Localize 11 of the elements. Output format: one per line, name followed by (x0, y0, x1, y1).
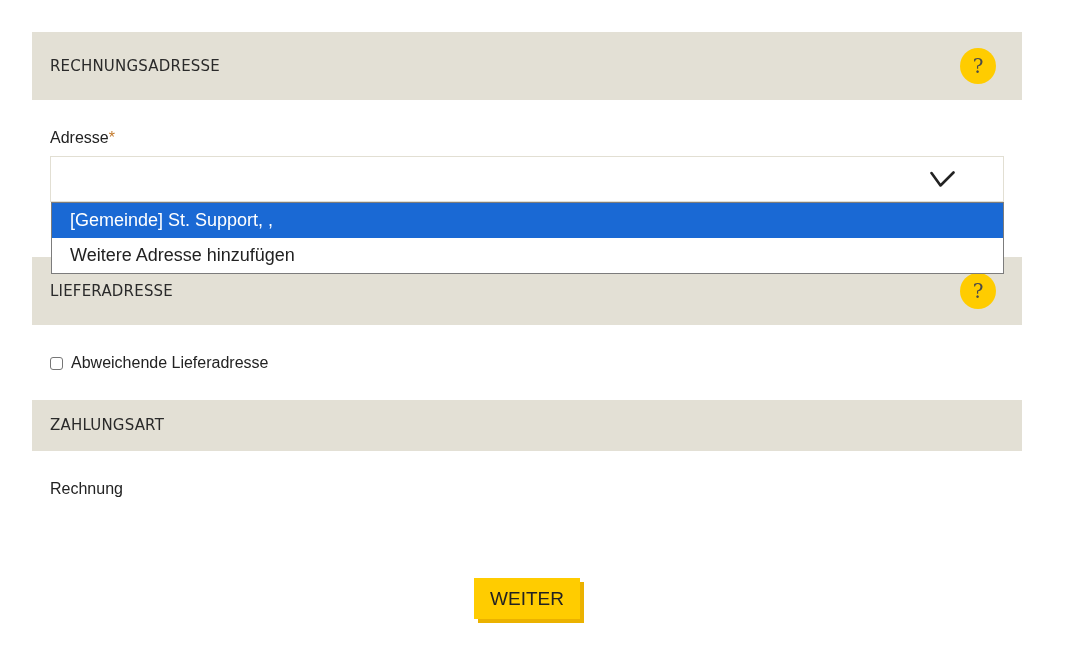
section-title: ZAHLUNGSART (50, 416, 164, 435)
section-title: LIEFERADRESSE (50, 281, 173, 301)
checkbox[interactable] (50, 356, 63, 370)
field-label: Adresse* (50, 128, 115, 148)
payment-method-text: Rechnung (50, 479, 123, 499)
section-title: RECHNUNGSADRESSE (50, 56, 220, 76)
dropdown-option[interactable]: [Gemeinde] St. Support, , (52, 203, 1003, 238)
chevron-down-icon (930, 170, 955, 188)
help-button[interactable]: ? (960, 48, 996, 84)
checkbox-label: Abweichende Lieferadresse (71, 353, 269, 373)
help-button[interactable]: ? (960, 273, 996, 309)
